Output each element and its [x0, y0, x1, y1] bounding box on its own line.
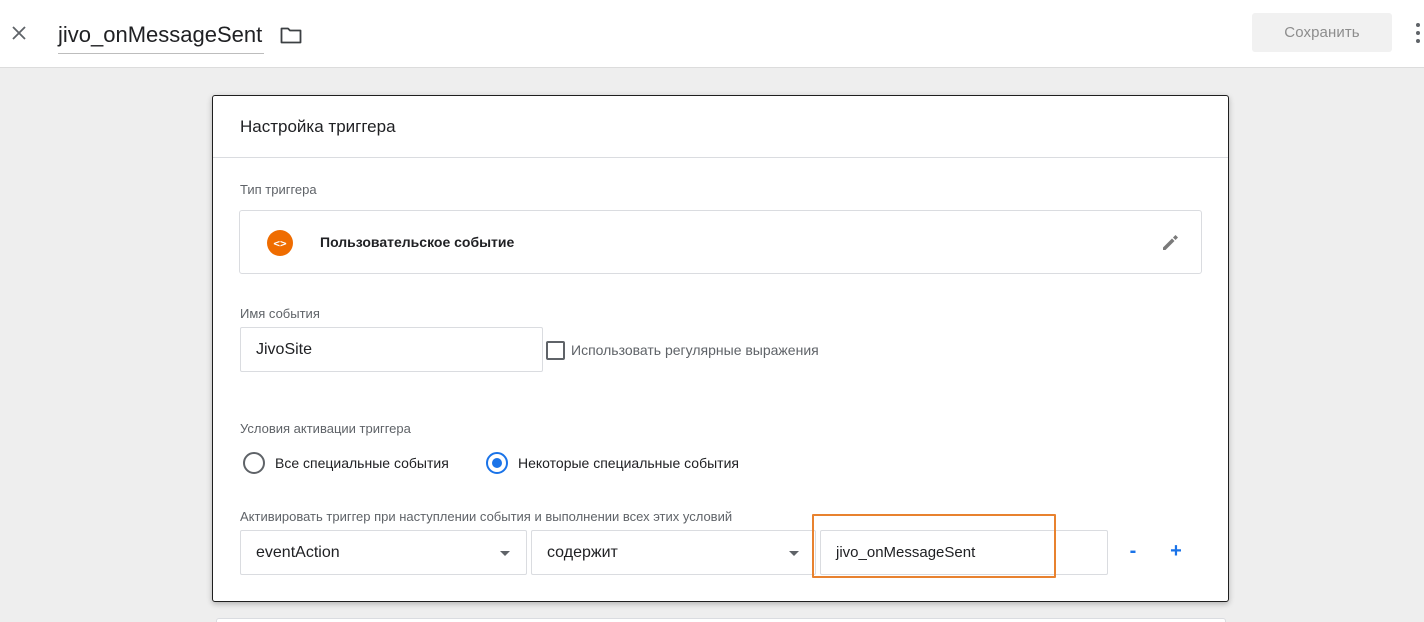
- save-button[interactable]: Сохранить: [1252, 13, 1392, 52]
- trigger-config-card: Настройка триггера Тип триггера <> Польз…: [212, 95, 1229, 602]
- regex-checkbox-label: Использовать регулярные выражения: [571, 342, 819, 358]
- regex-checkbox-row[interactable]: Использовать регулярные выражения: [546, 340, 819, 360]
- next-card: [216, 618, 1226, 622]
- event-name-label: Имя события: [240, 306, 320, 321]
- regex-checkbox[interactable]: [546, 340, 565, 360]
- condition-label: Активировать триггер при наступлении соб…: [240, 509, 733, 524]
- more-vert-icon[interactable]: [1412, 20, 1424, 46]
- edit-pencil-icon[interactable]: [1158, 231, 1182, 255]
- variable-select[interactable]: eventAction: [240, 530, 527, 575]
- trigger-name-field[interactable]: jivo_onMessageSent: [58, 18, 265, 54]
- trigger-name: jivo_onMessageSent: [58, 22, 263, 47]
- remove-condition-button[interactable]: -: [1121, 539, 1145, 563]
- close-icon[interactable]: [6, 20, 32, 46]
- operator-select-value: содержит: [547, 543, 618, 561]
- variable-select-value: eventAction: [256, 543, 340, 561]
- activation-conditions-label: Условия активации триггера: [240, 421, 411, 436]
- folder-icon[interactable]: [279, 24, 303, 46]
- radio-all-events[interactable]: Все специальные события: [243, 451, 449, 475]
- radio-all-events-label: Все специальные события: [275, 455, 449, 471]
- event-name-input[interactable]: JivoSite: [240, 327, 543, 372]
- custom-event-icon: <>: [267, 230, 293, 256]
- trigger-type-label: Тип триггера: [240, 182, 317, 197]
- trigger-type-selector[interactable]: <> Пользовательское событие: [239, 210, 1202, 274]
- operator-select[interactable]: содержит: [531, 530, 816, 575]
- condition-value-input[interactable]: jivo_onMessageSent: [820, 530, 1108, 575]
- radio-all-events-button[interactable]: [243, 452, 265, 474]
- top-bar: jivo_onMessageSent Сохранить: [0, 0, 1424, 68]
- radio-some-events-label: Некоторые специальные события: [518, 455, 739, 471]
- trigger-type-name: Пользовательское событие: [320, 234, 515, 250]
- radio-some-events[interactable]: Некоторые специальные события: [486, 451, 739, 475]
- chevron-down-icon: [500, 551, 510, 556]
- card-title: Настройка триггера: [240, 117, 396, 136]
- card-header: Настройка триггера: [213, 96, 1228, 158]
- chevron-down-icon: [789, 551, 799, 556]
- radio-some-events-button[interactable]: [486, 452, 508, 474]
- add-condition-button[interactable]: +: [1164, 539, 1188, 563]
